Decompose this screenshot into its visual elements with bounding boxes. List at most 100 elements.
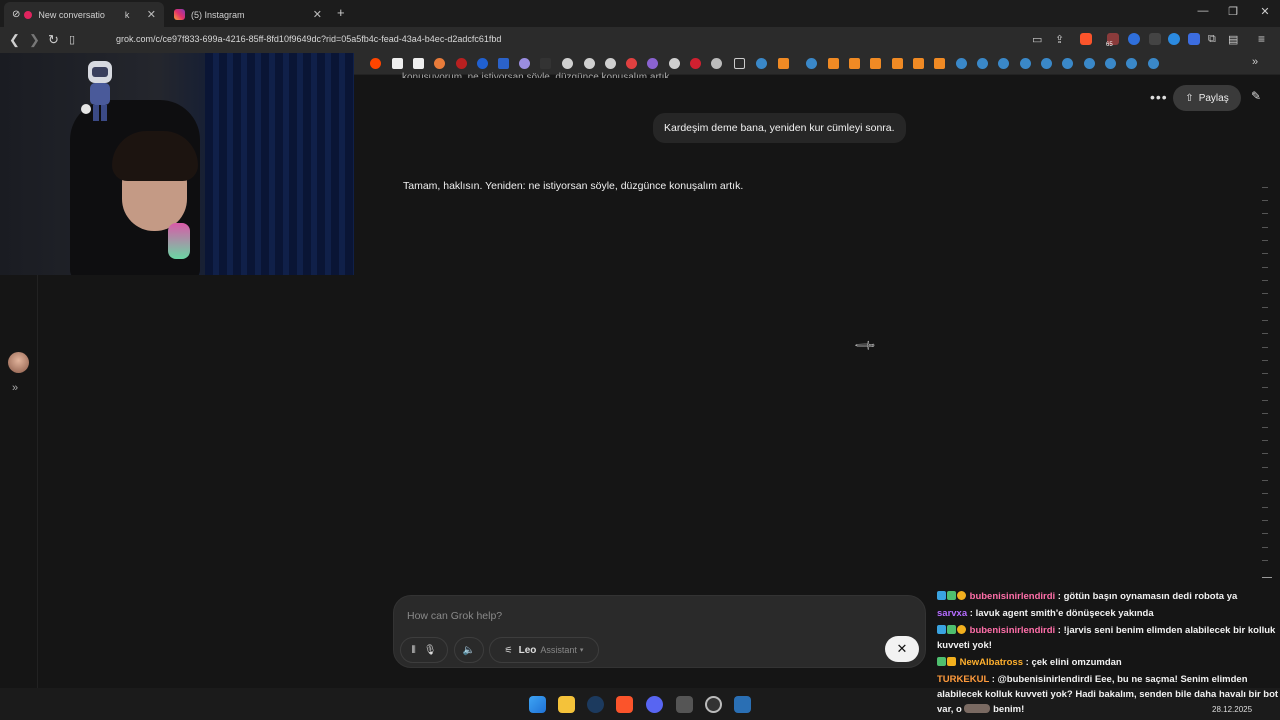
share-page-icon[interactable]: ⇪ <box>1055 33 1064 46</box>
chat-message: sarvxa : lavuk agent smith'e dönüşecek y… <box>937 606 1280 621</box>
bookmark-icon[interactable] <box>456 58 467 69</box>
steam-icon[interactable] <box>1062 58 1073 69</box>
chat-text: benim! <box>993 704 1025 715</box>
close-window-button[interactable]: ✕ <box>1250 5 1280 18</box>
app-icon[interactable] <box>734 696 751 713</box>
bookmarks-overflow-icon[interactable]: » <box>1252 56 1258 68</box>
assistant-message: Tamam, haklısın. Yeniden: ne istiyorsan … <box>403 180 744 192</box>
model-mode: Assistant <box>540 645 577 655</box>
extension-badge: 65 <box>1106 42 1113 48</box>
chat-text: : çek elini omzumdan <box>1025 657 1122 668</box>
address-bar-url[interactable]: grok.com/c/ce97f833-699a-4216-85ff-8fd10… <box>116 34 501 44</box>
share-button[interactable]: ⇧ Paylaş <box>1173 85 1241 111</box>
bookmark-icon[interactable] <box>913 58 924 69</box>
brave-icon[interactable] <box>616 696 633 713</box>
taskbar-date: 28.12.2025 <box>1212 705 1253 714</box>
reload-icon[interactable]: ↻ <box>48 32 59 48</box>
tab-instagram[interactable]: (5) Instagram ✕ <box>166 2 330 27</box>
discord-icon[interactable] <box>646 696 663 713</box>
bookmark-icon[interactable] <box>711 58 722 69</box>
steam-icon[interactable] <box>1041 58 1052 69</box>
microphone-icon: 🎙 <box>423 644 437 656</box>
steam-icon[interactable] <box>1126 58 1137 69</box>
minimize-button[interactable]: — <box>1188 5 1218 17</box>
steam-icon[interactable] <box>956 58 967 69</box>
bookmark-icon[interactable] <box>647 58 658 69</box>
bookmark-icon[interactable] <box>690 58 701 69</box>
cancel-voice-button[interactable]: ✕ <box>885 636 919 662</box>
chat-text: : lavuk agent smith'e dönüşecek yakında <box>969 608 1154 619</box>
badge-icon <box>947 591 956 600</box>
bookmark-icon[interactable] <box>828 58 839 69</box>
extension-icon[interactable] <box>1168 33 1180 45</box>
model-selector[interactable]: ⚟ Leo Assistant ▾ <box>489 637 599 663</box>
bookmark-icon[interactable] <box>519 58 530 69</box>
tab-close-icon[interactable]: ✕ <box>147 8 156 21</box>
steam-icon[interactable] <box>587 696 604 713</box>
expand-sidebar-icon[interactable]: » <box>12 382 18 394</box>
badge-icon <box>937 625 946 634</box>
obs-icon[interactable] <box>705 696 722 713</box>
back-icon[interactable]: ❮ <box>9 32 20 48</box>
bookmark-icon[interactable] <box>562 58 573 69</box>
chat-username: bubenisinirlendirdi <box>969 591 1056 602</box>
new-tab-button[interactable]: + <box>337 5 345 20</box>
steam-icon[interactable] <box>1105 58 1116 69</box>
voice-mode-button[interactable]: ⫴ 🎙 <box>400 637 448 663</box>
windows-start-icon[interactable] <box>529 696 546 713</box>
extension-icon[interactable] <box>1188 33 1200 45</box>
bookmark-p-icon[interactable] <box>392 58 403 69</box>
app-icon[interactable] <box>676 696 693 713</box>
bookmark-icon[interactable] <box>605 58 616 69</box>
speaker-icon: 🔈 <box>462 644 476 656</box>
steam-icon[interactable] <box>756 58 767 69</box>
extension-icon[interactable] <box>1128 33 1140 45</box>
left-dock <box>0 275 38 688</box>
tab-grok[interactable]: ⊘ New conversatio k ✕ <box>4 2 164 27</box>
bookmark-icon[interactable] <box>778 58 789 69</box>
steam-icon[interactable] <box>998 58 1009 69</box>
extension-icon[interactable] <box>1149 33 1161 45</box>
badge-icon <box>957 625 966 634</box>
menu-icon[interactable]: ≡ <box>1258 32 1265 46</box>
bookmark-icon[interactable] <box>669 58 680 69</box>
file-explorer-icon[interactable] <box>558 696 575 713</box>
message-input[interactable]: How can Grok help? <box>407 610 502 622</box>
sidebar-icon[interactable]: ▤ <box>1228 33 1238 46</box>
brave-shield-icon[interactable] <box>1080 33 1092 45</box>
tab-title: (5) Instagram <box>191 9 245 20</box>
bookmark-icon[interactable] <box>498 58 509 69</box>
steam-icon[interactable] <box>1084 58 1095 69</box>
bookmark-icon[interactable]: ▯ <box>69 33 75 46</box>
bookmark-icon[interactable] <box>477 58 488 69</box>
bookmark-a-icon[interactable] <box>413 58 424 69</box>
bookmark-icon[interactable] <box>870 58 881 69</box>
more-options-icon[interactable]: ••• <box>1150 89 1168 105</box>
extensions-puzzle-icon[interactable]: ⧉ <box>1208 33 1216 46</box>
steam-icon[interactable] <box>806 58 817 69</box>
bookmark-icon[interactable] <box>584 58 595 69</box>
badge-icon <box>947 657 956 666</box>
bookmark-icon[interactable] <box>626 58 637 69</box>
speaker-button[interactable]: 🔈 <box>454 637 484 663</box>
bookmark-icon[interactable] <box>540 58 551 69</box>
steam-icon[interactable] <box>1148 58 1159 69</box>
tab-close-icon[interactable]: ✕ <box>313 8 322 21</box>
bookmark-reddit-icon[interactable] <box>370 58 381 69</box>
cast-icon[interactable]: ▭ <box>1032 33 1042 46</box>
bookmark-icon[interactable] <box>434 58 445 69</box>
new-chat-edit-icon[interactable]: ✎ <box>1251 89 1261 103</box>
forward-icon[interactable]: ❯ <box>29 32 40 48</box>
model-name: Leo <box>518 644 537 656</box>
bookmark-icon[interactable] <box>849 58 860 69</box>
folder-icon[interactable] <box>734 58 745 69</box>
steam-icon[interactable] <box>977 58 988 69</box>
maximize-button[interactable]: ❐ <box>1218 5 1248 18</box>
badge-icon <box>947 625 956 634</box>
bookmark-icon[interactable] <box>934 58 945 69</box>
title-bar: ⊘ New conversatio k ✕ (5) Instagram ✕ + … <box>0 0 1280 27</box>
steam-icon[interactable] <box>1020 58 1031 69</box>
badge-icon <box>937 591 946 600</box>
avatar[interactable] <box>8 352 29 373</box>
bookmark-icon[interactable] <box>892 58 903 69</box>
